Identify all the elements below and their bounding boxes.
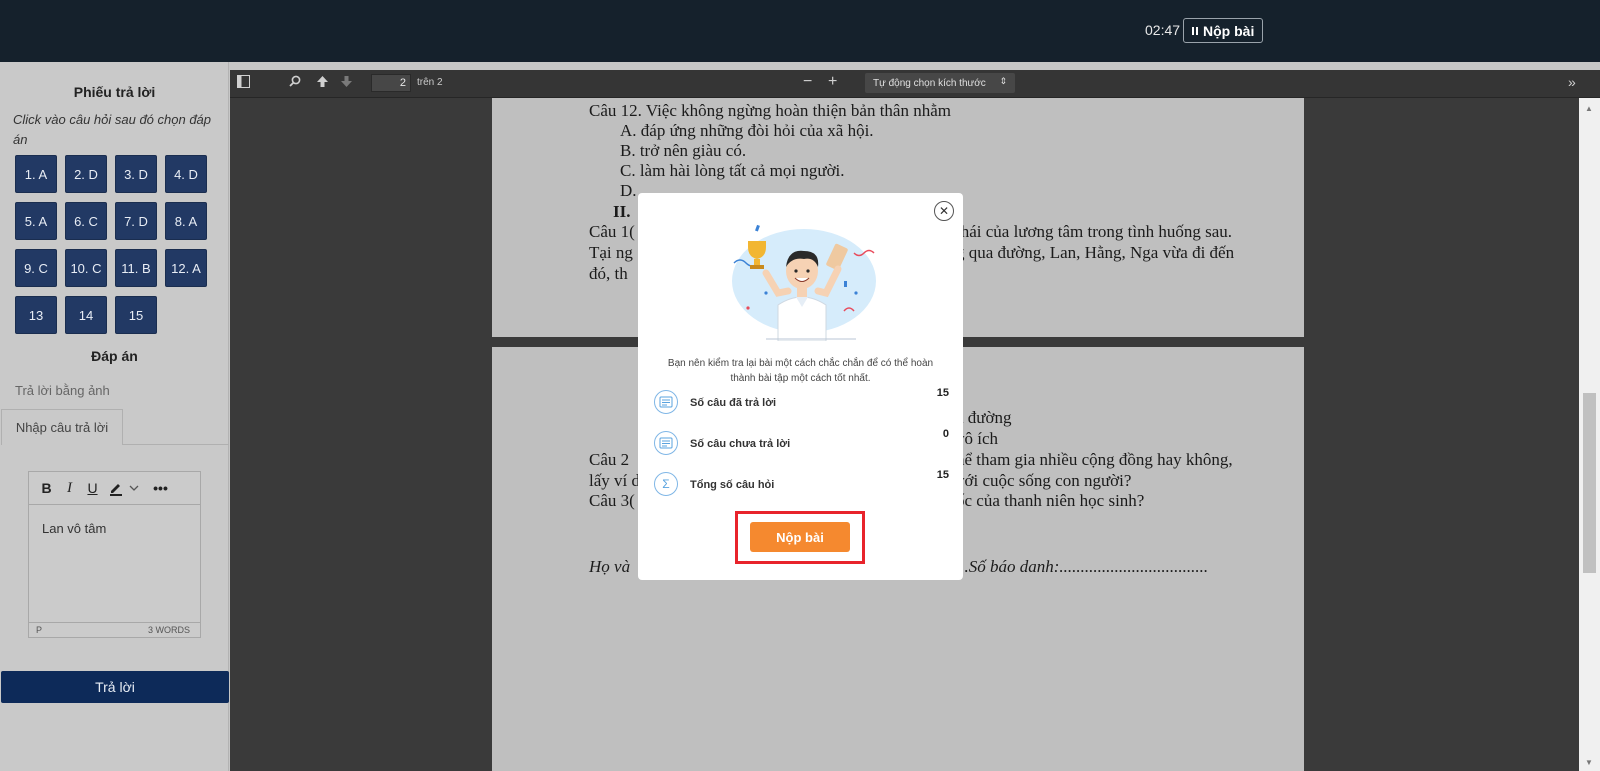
trophy-celebration-illustration <box>732 224 876 341</box>
stat-unanswered: Số câu chưa trả lời 0 <box>654 428 949 458</box>
sigma-icon: Σ <box>654 472 678 496</box>
stat-total-label: Tổng số câu hỏi <box>690 479 775 491</box>
submit-confirm-dialog: ✕ Bạn nên kiểm tra lại bài một cách chắc… <box>638 193 963 580</box>
stat-unanswered-value: 0 <box>942 428 949 440</box>
list-icon <box>654 431 678 455</box>
modal-overlay: ✕ Bạn nên kiểm tra lại bài một cách chắc… <box>0 0 1600 771</box>
stat-answered: Số câu đã trả lời 15 <box>654 387 949 417</box>
list-check-icon <box>654 390 678 414</box>
confirm-submit-button[interactable]: Nộp bài <box>750 522 850 552</box>
stat-answered-value: 15 <box>936 387 949 399</box>
stat-total: Σ Tổng số câu hỏi 15 <box>654 469 949 499</box>
confirm-message: Bạn nên kiểm tra lại bài một cách chắc c… <box>667 358 934 384</box>
stat-answered-label: Số câu đã trả lời <box>690 397 777 409</box>
stat-total-value: 15 <box>936 469 949 481</box>
stat-unanswered-label: Số câu chưa trả lời <box>690 438 791 450</box>
close-icon[interactable]: ✕ <box>934 201 954 221</box>
